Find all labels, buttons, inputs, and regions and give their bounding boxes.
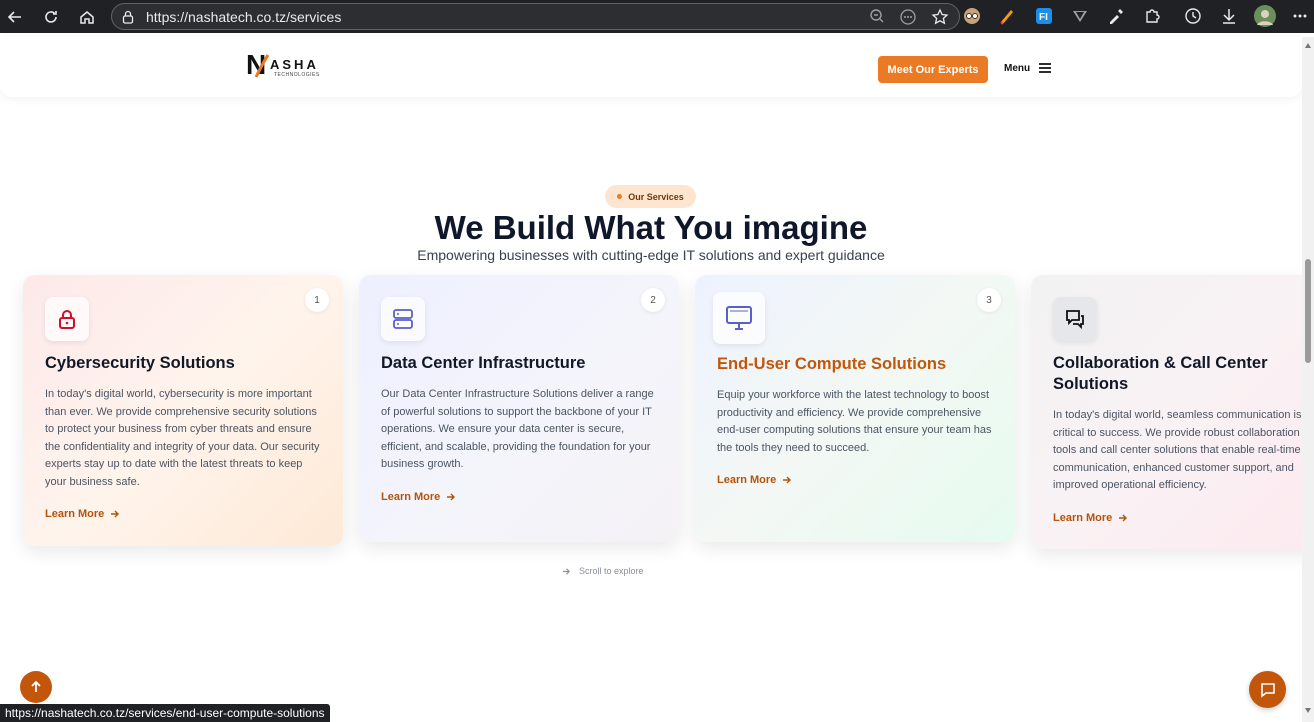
chat-icon (1260, 682, 1275, 698)
scrollbar-thumb[interactable] (1305, 259, 1311, 363)
arrow-right-icon (562, 567, 571, 575)
learn-more-link[interactable]: Learn More (717, 474, 792, 486)
extensions-puzzle-icon[interactable] (1141, 5, 1163, 27)
learn-more-link[interactable]: Learn More (45, 508, 120, 520)
page-scrollbar[interactable] (1302, 37, 1314, 722)
arrow-up-icon (31, 680, 41, 692)
scroll-down-arrow-icon[interactable] (1305, 708, 1311, 713)
card-body: Equip your workforce with the latest tec… (717, 389, 992, 454)
more-menu-icon[interactable] (1289, 5, 1311, 27)
url-text[interactable]: https://nashatech.co.tz/services (146, 9, 341, 25)
site-info-icon[interactable] (120, 9, 136, 25)
learn-more-label: Learn More (1053, 511, 1113, 524)
home-icon[interactable] (76, 6, 98, 28)
reload-icon[interactable] (40, 6, 62, 28)
monitor-icon (713, 292, 765, 344)
arrow-right-icon (447, 493, 456, 500)
service-card-cybersecurity[interactable]: 1 Cybersecurity Solutions In today's dig… (23, 275, 343, 546)
extension-highlighter-icon[interactable] (996, 5, 1018, 27)
learn-more-link[interactable]: Learn More (381, 491, 456, 503)
card-body: In today's digital world, cybersecurity … (45, 388, 320, 488)
chat-button[interactable] (1249, 671, 1286, 708)
service-card-collaboration[interactable]: Collaboration & Call Center Solutions In… (1031, 275, 1314, 549)
card-body: Our Data Center Infrastructure Solutions… (381, 388, 654, 470)
meet-experts-button[interactable]: Meet Our Experts (878, 56, 988, 83)
menu-button[interactable]: Menu (1004, 62, 1052, 74)
arrow-right-icon (783, 476, 792, 484)
site-logo[interactable]: N ASHA TECHNOLOGIES (246, 51, 336, 81)
card-number: 1 (305, 288, 329, 312)
arrow-right-icon (111, 510, 120, 518)
scroll-hint: Scroll to explore (562, 566, 644, 576)
scroll-hint-label: Scroll to explore (579, 566, 644, 576)
learn-more-link[interactable]: Learn More (1053, 512, 1128, 524)
profile-avatar[interactable] (1254, 5, 1276, 27)
logo-subtitle: TECHNOLOGIES (274, 72, 320, 78)
server-icon (381, 297, 425, 341)
hamburger-icon (1039, 63, 1052, 73)
extension-triangle-icon[interactable] (1069, 5, 1091, 27)
section-subtitle: Empowering businesses with cutting-edge … (417, 247, 885, 263)
card-title: End-User Compute Solutions (717, 355, 947, 373)
service-card-data-center[interactable]: 2 Data Center Infrastructure Our Data Ce… (359, 275, 679, 542)
card-title: Cybersecurity Solutions (45, 354, 235, 372)
service-card-end-user-compute[interactable]: 3 End-User Compute Solutions Equip your … (695, 275, 1015, 542)
extension-fi-icon[interactable]: FI (1033, 5, 1055, 27)
card-title: Data Center Infrastructure (381, 354, 586, 372)
section-title: We Build What You imagine (434, 209, 868, 246)
svg-text:FI: FI (1039, 12, 1048, 23)
badge-dot (617, 194, 623, 199)
lock-icon (45, 297, 89, 341)
zoom-icon[interactable] (869, 8, 885, 31)
extension-glasses-icon[interactable] (961, 5, 983, 27)
card-number: 3 (977, 288, 1001, 312)
browser-toolbar: https://nashatech.co.tz/services FI (0, 0, 1314, 33)
card-body: In today's digital world, seamless commu… (1053, 409, 1302, 491)
badge-label: Our Services (628, 191, 684, 202)
reading-mode-icon[interactable] (899, 8, 917, 31)
learn-more-label: Learn More (717, 474, 777, 486)
arrow-right-icon (1119, 514, 1128, 521)
card-number: 2 (641, 288, 665, 312)
status-bar-url: https://nashatech.co.tz/services/end-use… (0, 704, 330, 722)
learn-more-label: Learn More (381, 490, 441, 503)
chat-bubbles-icon (1053, 297, 1097, 341)
section-badge: Our Services (605, 185, 696, 208)
address-bar[interactable]: https://nashatech.co.tz/services (111, 3, 960, 30)
scroll-up-arrow-icon[interactable] (1305, 43, 1311, 48)
extension-eyedropper-icon[interactable] (1105, 5, 1127, 27)
menu-label: Menu (1004, 62, 1031, 74)
logo-word: ASHA (270, 57, 319, 72)
back-icon[interactable] (4, 6, 26, 28)
logo-swoosh-icon (254, 54, 270, 78)
bookmark-star-icon[interactable] (931, 8, 949, 31)
download-icon[interactable] (1218, 5, 1240, 27)
site-header: N ASHA TECHNOLOGIES Meet Our Experts Men… (0, 37, 1302, 97)
card-title: Collaboration & Call Center Solutions (1053, 354, 1268, 393)
history-icon[interactable] (1182, 5, 1204, 27)
learn-more-label: Learn More (45, 508, 105, 520)
back-to-top-button[interactable] (20, 671, 52, 703)
